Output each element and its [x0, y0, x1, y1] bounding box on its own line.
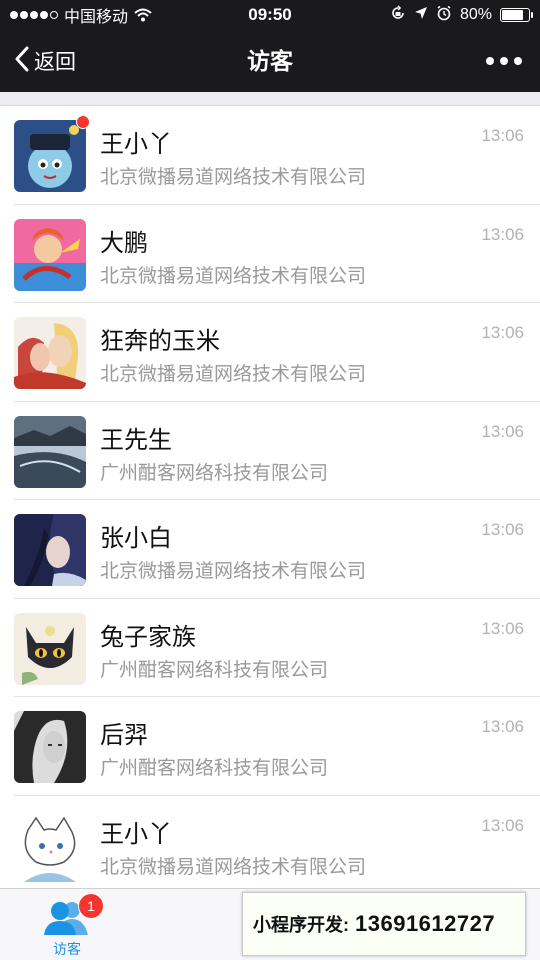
- visitor-company: 北京微播易道网络技术有限公司: [100, 265, 367, 287]
- visitor-company: 北京微播易道网络技术有限公司: [100, 561, 367, 582]
- unread-badge: 1: [78, 893, 104, 919]
- battery-fill: [502, 10, 523, 20]
- nav-bar: 返回 访客: [0, 30, 540, 92]
- visitor-name: 王小丫: [100, 820, 172, 848]
- promo-banner: 小程序开发: 13691612727: [242, 892, 526, 956]
- promo-label: 小程序开发:: [253, 915, 349, 935]
- promo-phone: 13691612727: [355, 911, 496, 936]
- visit-time: 13:06: [481, 323, 524, 342]
- avatar: [14, 612, 86, 685]
- battery-percent: 80%: [459, 6, 492, 23]
- visitor-row[interactable]: 王小丫 北京微播易道网络技术有限公司 13:06: [0, 106, 540, 205]
- orientation-lock-icon: [390, 4, 406, 26]
- visit-time: 13:06: [481, 815, 524, 835]
- avatar: [14, 120, 86, 192]
- app-screen: 中国移动 09:50 80% 返回 访客 王小丫 北京微播易道网络技术有限公司 …: [0, 0, 540, 960]
- visit-time: 13:06: [481, 224, 524, 244]
- tab-visitors-label: 访客: [53, 941, 81, 957]
- visitor-name: 狂奔的玉米: [100, 328, 220, 355]
- visitor-name: 王先生: [100, 426, 172, 454]
- visitor-company: 北京微播易道网络技术有限公司: [100, 364, 367, 385]
- visitor-company: 广州酣客网络科技有限公司: [100, 758, 329, 779]
- alarm-icon: [436, 5, 452, 26]
- avatar: [14, 514, 86, 586]
- avatar: [14, 218, 86, 291]
- visitor-row[interactable]: 大鹏 北京微播易道网络技术有限公司 13:06: [0, 204, 540, 303]
- location-icon: [414, 6, 428, 25]
- chevron-left-icon: [14, 46, 30, 77]
- more-button[interactable]: [486, 30, 522, 92]
- visit-time: 13:06: [481, 421, 524, 441]
- visitor-name: 王小丫: [100, 131, 172, 158]
- status-right: 80%: [390, 0, 533, 30]
- visitor-list: 王小丫 北京微播易道网络技术有限公司 13:06 大鹏 北京微播易道网络技术有限…: [0, 106, 540, 894]
- visitor-company: 北京微播易道网络技术有限公司: [100, 167, 367, 188]
- back-label: 返回: [34, 51, 76, 74]
- back-button[interactable]: 返回: [14, 30, 76, 92]
- avatar: [14, 415, 86, 488]
- visitor-row[interactable]: 后羿 广州酣客网络科技有限公司 13:06: [0, 697, 540, 796]
- visitor-row[interactable]: 王先生 广州酣客网络科技有限公司 13:06: [0, 401, 540, 500]
- visitor-row[interactable]: 王小丫 北京微播易道网络技术有限公司 13:06: [0, 795, 540, 894]
- visitor-row[interactable]: 兔子家族 广州酣客网络科技有限公司 13:06: [0, 598, 540, 697]
- visit-time: 13:06: [481, 618, 524, 638]
- visit-time: 13:06: [481, 126, 524, 145]
- visitor-row[interactable]: 张小白 北京微播易道网络技术有限公司 13:06: [0, 500, 540, 599]
- status-bar: 中国移动 09:50 80%: [0, 0, 540, 30]
- visitor-name: 后羿: [100, 722, 148, 749]
- visitor-row[interactable]: 狂奔的玉米 北京微播易道网络技术有限公司 13:06: [0, 303, 540, 402]
- visit-time: 13:06: [481, 520, 524, 539]
- avatar: [14, 809, 86, 882]
- visitor-name: 张小白: [100, 525, 172, 552]
- visitor-company: 北京微播易道网络技术有限公司: [100, 856, 367, 878]
- page-title: 访客: [247, 48, 293, 74]
- more-icon: [486, 57, 494, 65]
- avatar: [14, 711, 86, 783]
- visitor-name: 兔子家族: [100, 623, 196, 651]
- tab-visitors[interactable]: 1 访客: [22, 889, 112, 960]
- list-top-divider: [0, 92, 540, 106]
- visit-time: 13:06: [481, 717, 524, 736]
- battery-icon: [500, 8, 533, 22]
- visitor-company: 广州酣客网络科技有限公司: [100, 659, 329, 681]
- visitor-company: 广州酣客网络科技有限公司: [100, 462, 329, 484]
- unread-dot: [76, 115, 90, 129]
- avatar: [14, 317, 86, 389]
- visitor-name: 大鹏: [100, 229, 148, 257]
